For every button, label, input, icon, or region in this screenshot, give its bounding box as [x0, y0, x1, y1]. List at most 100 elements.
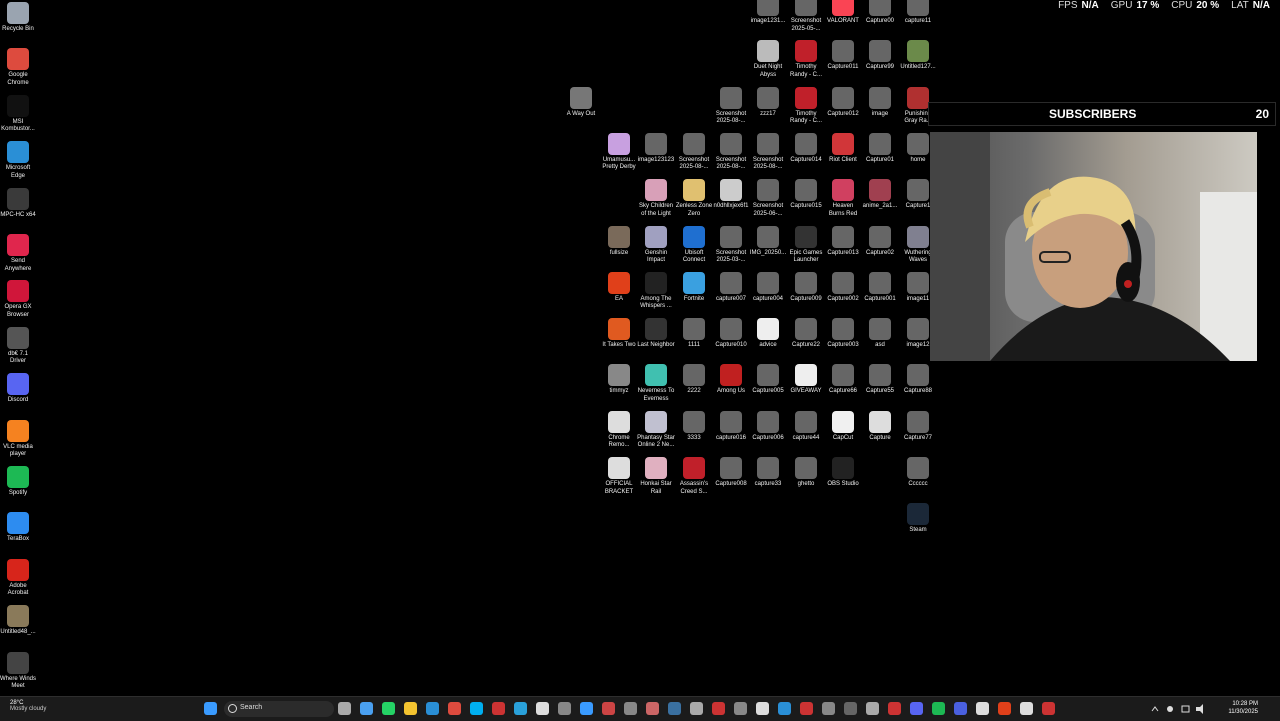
desktop-icon[interactable]: Untitled48_... — [0, 605, 36, 637]
desktop-icon[interactable]: Capture008 — [712, 457, 750, 489]
desktop-icon[interactable]: 1111 — [675, 318, 713, 350]
desktop-icon[interactable]: Capture55 — [861, 364, 899, 396]
desktop-icon[interactable]: Duet Night Abyss — [749, 40, 787, 79]
desktop-icon[interactable]: Genshin Impact — [637, 225, 675, 265]
app-icon[interactable] — [602, 702, 615, 715]
desktop-icon[interactable]: Cccccc — [899, 457, 937, 489]
desktop-icon[interactable]: Screenshot 2025-08-... — [749, 132, 787, 172]
desktop-icon[interactable]: Microsoft Edge — [0, 141, 36, 180]
desktop-icon[interactable]: Phantasy Star Online 2 Ne... — [637, 410, 675, 450]
desktop-icon[interactable]: Chrome Remo... — [600, 410, 638, 450]
desktop-icon[interactable]: timmyz — [600, 364, 638, 396]
desktop-icon[interactable]: A Way Out — [562, 86, 600, 119]
app-icon[interactable] — [646, 702, 659, 715]
desktop-icon[interactable]: Adobe Acrobat — [0, 558, 36, 598]
desktop-icon[interactable]: capture33 — [749, 457, 787, 489]
desktop-icon[interactable]: fullsize — [600, 225, 638, 258]
desktop-icon[interactable]: Fortnite — [675, 271, 713, 304]
desktop-icon[interactable]: Capture66 — [824, 364, 862, 396]
desktop-icon[interactable]: Capture012 — [824, 86, 862, 119]
edge-icon[interactable] — [426, 702, 439, 715]
desktop-icon[interactable]: Screenshot 2025-08-... — [712, 132, 750, 172]
desktop-icon[interactable]: Screenshot 2025-05-... — [787, 0, 825, 33]
app-icon[interactable] — [624, 702, 637, 715]
desktop-icon[interactable]: zzz17 — [749, 86, 787, 119]
desktop-icon[interactable]: Capture003 — [824, 318, 862, 350]
chrome-icon[interactable] — [448, 702, 461, 715]
desktop-icon[interactable]: Recycle Bin — [0, 2, 36, 34]
app-icon[interactable] — [734, 702, 747, 715]
desktop-icon[interactable]: Capture002 — [824, 271, 862, 304]
tiktok-icon[interactable] — [536, 702, 549, 715]
app-icon[interactable] — [954, 702, 967, 715]
desktop-icon[interactable]: Untitled127... — [899, 40, 937, 72]
desktop-icon[interactable]: CapCut — [824, 410, 862, 443]
desktop-icon[interactable]: Among The Whispers ... — [637, 271, 675, 311]
capcut-icon[interactable] — [976, 702, 989, 715]
desktop-icon[interactable]: capture004 — [749, 271, 787, 304]
desktop-icon[interactable]: Ubisoft Connect — [675, 225, 713, 265]
desktop-icon[interactable]: 3333 — [675, 410, 713, 443]
desktop-icon[interactable]: MSI Kombustor... — [0, 94, 36, 134]
desktop-icon[interactable]: capture44 — [787, 410, 825, 443]
desktop-icon[interactable]: Discord — [0, 373, 36, 405]
desktop-icon[interactable]: Epic Games Launcher — [787, 225, 825, 265]
desktop-icon[interactable]: Capture006 — [749, 410, 787, 443]
desktop-icon[interactable]: Capture005 — [749, 364, 787, 396]
desktop-icon[interactable]: Capture011 — [824, 40, 862, 72]
desktop-icon[interactable]: Opera GX Browser — [0, 280, 36, 319]
desktop-icon[interactable]: Capture01 — [861, 132, 899, 165]
desktop-icon[interactable]: VLC media player — [0, 419, 36, 459]
desktop-icon[interactable]: capture11 — [899, 0, 937, 26]
weather-widget[interactable]: 28°C Mostly cloudy — [10, 700, 46, 712]
desktop-icon[interactable]: advice — [749, 318, 787, 350]
desktop-icon[interactable]: Screenshot 2025-08-... — [675, 132, 713, 172]
desktop-icon[interactable]: Capture00 — [861, 0, 899, 26]
app-icon[interactable] — [800, 702, 813, 715]
desktop-icon[interactable]: Capture009 — [787, 271, 825, 304]
desktop-icon[interactable]: image1231... — [749, 0, 787, 26]
desktop-icon[interactable]: Umamusu... Pretty Derby — [600, 132, 638, 172]
desktop-icon[interactable]: Capture22 — [787, 318, 825, 350]
skype-icon[interactable] — [470, 702, 483, 715]
desktop-icon[interactable]: Sky Children of the Light — [637, 179, 675, 218]
desktop-icon[interactable]: Assassin's Creed S... — [675, 457, 713, 496]
app-icon[interactable] — [888, 702, 901, 715]
desktop-icon[interactable]: Capture02 — [861, 225, 899, 258]
app-icon[interactable] — [580, 702, 593, 715]
capcut-icon[interactable] — [756, 702, 769, 715]
desktop-icon[interactable]: capture007 — [712, 271, 750, 304]
desktop-icon[interactable]: Capture — [861, 410, 899, 443]
desktop-icon[interactable]: Among Us — [712, 364, 750, 396]
whatsapp-icon[interactable] — [382, 702, 395, 715]
app-icon[interactable] — [690, 702, 703, 715]
discord-icon[interactable] — [910, 702, 923, 715]
desktop-icon[interactable]: Google Chrome — [0, 48, 36, 87]
desktop-icon[interactable]: GIVEAWAY — [787, 364, 825, 396]
desktop-icon[interactable]: 2222 — [675, 364, 713, 396]
app-icon[interactable] — [778, 702, 791, 715]
app-icon[interactable] — [866, 702, 879, 715]
desktop-icon[interactable]: OBS Studio — [824, 457, 862, 489]
app-icon[interactable] — [558, 702, 571, 715]
telegram-icon[interactable] — [514, 702, 527, 715]
desktop-icon[interactable]: EA — [600, 271, 638, 304]
desktop-icon[interactable]: Capture001 — [861, 271, 899, 304]
desktop-icon[interactable]: Spotify — [0, 466, 36, 498]
app-icon[interactable] — [1042, 702, 1055, 715]
desktop-icon[interactable]: Capture88 — [899, 364, 937, 396]
desktop-icon[interactable]: Where Winds Meet — [0, 651, 36, 691]
app-icon[interactable] — [998, 702, 1011, 715]
desktop-icon[interactable]: Steam — [899, 503, 937, 535]
desktop-icon[interactable]: ghetto — [787, 457, 825, 489]
store-icon[interactable] — [360, 702, 373, 715]
desktop-icon[interactable]: MPC-HC x64 — [0, 187, 36, 220]
obs-icon[interactable] — [844, 702, 857, 715]
desktop-icon[interactable]: Heaven Burns Red — [824, 179, 862, 218]
system-tray[interactable] — [1150, 703, 1210, 715]
desktop-icon[interactable]: IMG_20250... — [749, 225, 787, 258]
desktop-icon[interactable]: Zenless Zone Zero — [675, 179, 713, 218]
desktop-icon[interactable]: db€ 7.1 Driver — [0, 326, 36, 366]
desktop-icon[interactable]: It Takes Two — [600, 318, 638, 350]
desktop-icon[interactable]: Capture014 — [787, 132, 825, 165]
